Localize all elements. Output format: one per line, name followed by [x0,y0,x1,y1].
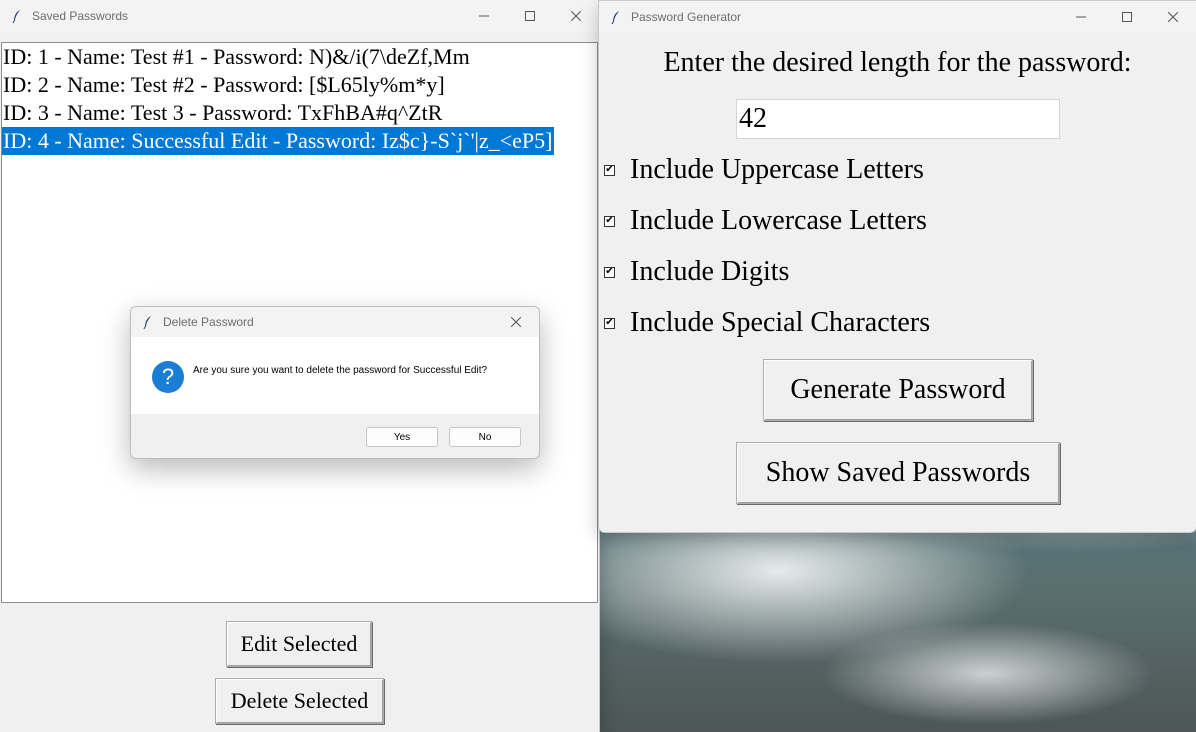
no-button[interactable]: No [449,427,521,447]
dialog-title: Delete Password [163,315,254,329]
feather-icon [609,10,623,24]
dialog-message: Are you sure you want to delete the pass… [193,365,488,376]
feather-icon [10,9,24,23]
length-prompt-label: Enter the desired length for the passwor… [663,47,1132,78]
list-item[interactable]: ID: 1 - Name: Test #1 - Password: N)&/i(… [2,43,597,71]
checkbox-label: Include Lowercase Letters [630,205,927,236]
dialog-body: ? Are you sure you want to delete the pa… [131,337,539,414]
length-input[interactable]: 42 [736,99,1060,139]
special-checkbox[interactable]: ✔ [604,317,615,329]
password-generator-window: Password Generator Enter the desired len… [599,1,1196,532]
window-title: Password Generator [631,10,742,24]
list-item-selected[interactable]: ID: 4 - Name: Successful Edit - Password… [2,127,555,155]
digits-checkbox-row[interactable]: ✔ Include Digits [604,256,789,288]
special-checkbox-row[interactable]: ✔ Include Special Characters [604,307,930,339]
uppercase-checkbox-row[interactable]: ✔ Include Uppercase Letters [604,154,924,186]
checkbox-label: Include Uppercase Letters [630,154,924,185]
maximize-icon[interactable] [1104,1,1150,33]
maximize-icon[interactable] [507,0,553,32]
dialog-titlebar[interactable]: Delete Password [131,307,539,337]
window-title: Saved Passwords [32,9,129,23]
show-saved-passwords-button[interactable]: Show Saved Passwords [736,442,1060,504]
delete-selected-button[interactable]: Delete Selected [215,678,384,724]
close-icon[interactable] [1150,1,1196,33]
list-item[interactable]: ID: 3 - Name: Test 3 - Password: TxFhBA#… [2,99,597,127]
titlebar[interactable]: Password Generator [599,1,1196,33]
minimize-icon[interactable] [461,0,507,32]
minimize-icon[interactable] [1058,1,1104,33]
generate-password-button[interactable]: Generate Password [763,359,1033,421]
digits-checkbox[interactable]: ✔ [604,266,615,278]
uppercase-checkbox[interactable]: ✔ [604,164,615,176]
lowercase-checkbox-row[interactable]: ✔ Include Lowercase Letters [604,205,927,237]
checkbox-label: Include Digits [630,256,790,287]
yes-button[interactable]: Yes [366,427,438,447]
lowercase-checkbox[interactable]: ✔ [604,215,615,227]
question-icon: ? [152,361,184,393]
feather-icon [141,315,155,329]
delete-password-dialog: Delete Password ? Are you sure you want … [130,306,540,459]
list-item[interactable]: ID: 2 - Name: Test #2 - Password: [$L65l… [2,71,597,99]
edit-selected-button[interactable]: Edit Selected [226,621,372,667]
titlebar[interactable]: Saved Passwords [0,0,599,32]
checkbox-label: Include Special Characters [630,307,931,338]
close-icon[interactable] [553,0,599,32]
close-icon[interactable] [493,307,539,338]
